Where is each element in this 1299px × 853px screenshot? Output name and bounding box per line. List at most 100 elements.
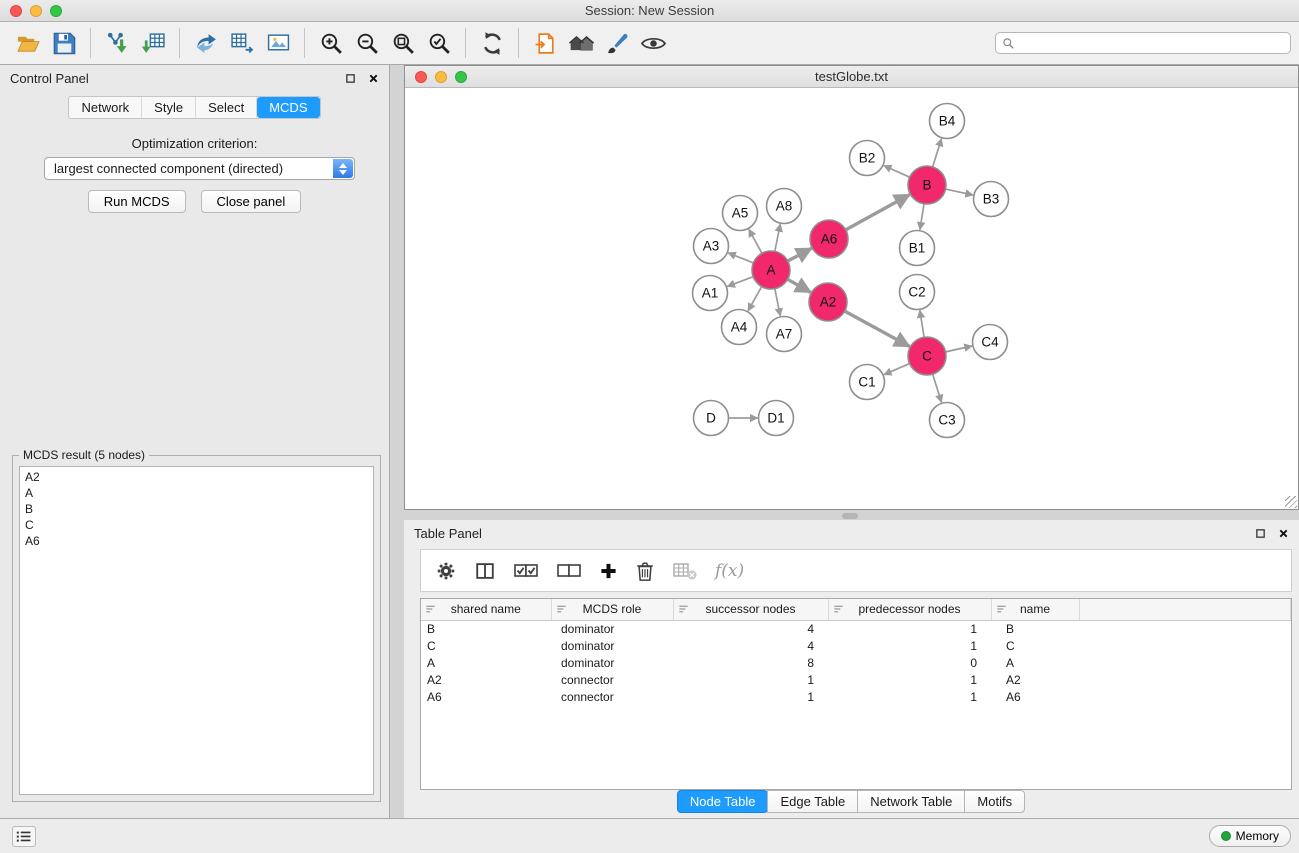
- tab-style[interactable]: Style: [142, 97, 196, 118]
- show-columns-button[interactable]: [474, 560, 496, 582]
- show-details-button[interactable]: [635, 26, 671, 60]
- memory-button[interactable]: Memory: [1209, 825, 1291, 847]
- open-session-button[interactable]: [10, 26, 46, 60]
- graph-edge-B-B3[interactable]: [946, 189, 973, 195]
- tab-mcds[interactable]: MCDS: [257, 97, 319, 118]
- zoom-in-button[interactable]: [313, 26, 349, 60]
- delete-column-button[interactable]: [635, 560, 655, 582]
- mcds-result-item[interactable]: B: [20, 501, 373, 517]
- mcds-result-item[interactable]: A2: [20, 469, 373, 485]
- criterion-dropdown[interactable]: largest connected component (directed): [44, 157, 355, 180]
- add-column-button[interactable]: [599, 560, 618, 582]
- import-network-button[interactable]: [99, 26, 135, 60]
- export-table-button[interactable]: [224, 26, 260, 60]
- graph-edge-C-C1[interactable]: [884, 364, 910, 375]
- network-view[interactable]: A A1 A2 A3 A4 A5 A6 A7 A8 B B1 B2 B3 B4 C C1 C2 C3 C4 D D1: [405, 88, 1298, 509]
- import-table-button[interactable]: [135, 26, 171, 60]
- open-document-button[interactable]: [527, 26, 563, 60]
- column-header-predecessor-nodes[interactable]: predecessor nodes: [828, 599, 991, 620]
- graph-edge-C-C2[interactable]: [920, 310, 924, 337]
- graph-node-A4[interactable]: A4: [722, 310, 757, 345]
- mcds-result-item[interactable]: A6: [20, 533, 373, 549]
- table-row[interactable]: A2connector11A2: [421, 671, 1291, 688]
- column-header-name[interactable]: name: [991, 599, 1079, 620]
- graph-edge-A-A6[interactable]: [788, 248, 812, 261]
- mcds-result-item[interactable]: C: [20, 517, 373, 533]
- graph-node-A7[interactable]: A7: [767, 317, 802, 352]
- graph-node-C1[interactable]: C1: [850, 365, 885, 400]
- graph-node-B4[interactable]: B4: [930, 104, 965, 139]
- graph-node-C3[interactable]: C3: [930, 403, 965, 438]
- graph-edge-B-B1[interactable]: [920, 204, 924, 230]
- search-input[interactable]: [1019, 36, 1284, 50]
- save-session-button[interactable]: [46, 26, 82, 60]
- graph-node-C4[interactable]: C4: [973, 325, 1008, 360]
- graph-edge-A-A5[interactable]: [749, 229, 762, 253]
- table-settings-button[interactable]: [435, 560, 457, 582]
- mcds-result-list[interactable]: A2ABCA6: [19, 466, 374, 795]
- search-field[interactable]: [995, 32, 1291, 54]
- graph-node-B2[interactable]: B2: [850, 141, 885, 176]
- graph-edge-C-C4[interactable]: [946, 346, 972, 352]
- tab-motifs[interactable]: Motifs: [964, 790, 1025, 813]
- tab-node-table[interactable]: Node Table: [677, 790, 769, 813]
- float-panel-icon[interactable]: [345, 73, 356, 84]
- show-homes-button[interactable]: [563, 26, 599, 60]
- refresh-layout-button[interactable]: [474, 26, 510, 60]
- graph-node-D[interactable]: D: [694, 401, 729, 436]
- graph-node-C[interactable]: C: [908, 337, 946, 375]
- task-history-button[interactable]: [12, 826, 36, 847]
- graph-edge-B-B2[interactable]: [884, 166, 910, 178]
- function-builder-button[interactable]: f(x): [715, 561, 744, 581]
- graph-node-A[interactable]: A: [752, 251, 790, 289]
- graph-node-C2[interactable]: C2: [900, 275, 935, 310]
- mcds-result-item[interactable]: A: [20, 485, 373, 501]
- tab-select[interactable]: Select: [196, 97, 257, 118]
- close-panel-icon[interactable]: [1278, 528, 1289, 539]
- graph-node-A6[interactable]: A6: [810, 220, 848, 258]
- select-all-button[interactable]: [513, 560, 539, 582]
- horizontal-scrollbar-thumb[interactable]: [842, 513, 858, 519]
- close-panel-icon[interactable]: [368, 73, 379, 84]
- graph-edge-C-C3[interactable]: [933, 374, 942, 402]
- table-row[interactable]: A6connector11A6: [421, 688, 1291, 705]
- graph-node-A5[interactable]: A5: [723, 196, 758, 231]
- float-panel-icon[interactable]: [1255, 528, 1266, 539]
- table-row[interactable]: Cdominator41C: [421, 637, 1291, 654]
- graph-edge-A-A4[interactable]: [748, 287, 762, 311]
- table-row[interactable]: Bdominator41B: [421, 620, 1291, 637]
- export-image-button[interactable]: [260, 26, 296, 60]
- column-header-mcds-role[interactable]: MCDS role: [551, 599, 673, 620]
- export-network-button[interactable]: [188, 26, 224, 60]
- column-header-shared-name[interactable]: shared name: [421, 599, 551, 620]
- graph-edge-A-A2[interactable]: [788, 279, 811, 292]
- network-canvas[interactable]: A A1 A2 A3 A4 A5 A6 A7 A8 B B1 B2 B3 B4 C C1 C2 C3 C4 D D1: [405, 88, 1298, 509]
- tab-network[interactable]: Network: [69, 97, 142, 118]
- graph-node-A1[interactable]: A1: [693, 276, 728, 311]
- tab-edge-table[interactable]: Edge Table: [767, 790, 858, 813]
- graph-edge-A-A3[interactable]: [728, 253, 753, 263]
- graph-edge-A6-B[interactable]: [846, 195, 910, 230]
- deselect-all-button[interactable]: [556, 560, 582, 582]
- style-brush-button[interactable]: [599, 26, 635, 60]
- table-row[interactable]: Adominator80A: [421, 654, 1291, 671]
- graph-edge-B-B4[interactable]: [933, 139, 942, 167]
- graph-edge-A-A7[interactable]: [775, 289, 781, 316]
- tab-network-table[interactable]: Network Table: [857, 790, 965, 813]
- zoom-selected-button[interactable]: [421, 26, 457, 60]
- graph-edge-A2-C[interactable]: [845, 311, 910, 346]
- graph-node-A8[interactable]: A8: [767, 189, 802, 224]
- zoom-out-button[interactable]: [349, 26, 385, 60]
- graph-node-B1[interactable]: B1: [900, 231, 935, 266]
- graph-node-D1[interactable]: D1: [759, 401, 794, 436]
- graph-edge-A-A8[interactable]: [775, 224, 781, 251]
- graph-node-A3[interactable]: A3: [694, 229, 729, 264]
- run-mcds-button[interactable]: Run MCDS: [88, 190, 186, 213]
- resize-grip[interactable]: [1285, 496, 1297, 508]
- graph-node-B3[interactable]: B3: [974, 182, 1009, 217]
- close-panel-button[interactable]: Close panel: [201, 190, 302, 213]
- zoom-fit-button[interactable]: [385, 26, 421, 60]
- graph-node-B[interactable]: B: [908, 166, 946, 204]
- column-header-successor-nodes[interactable]: successor nodes: [673, 599, 828, 620]
- graph-node-A2[interactable]: A2: [809, 283, 847, 321]
